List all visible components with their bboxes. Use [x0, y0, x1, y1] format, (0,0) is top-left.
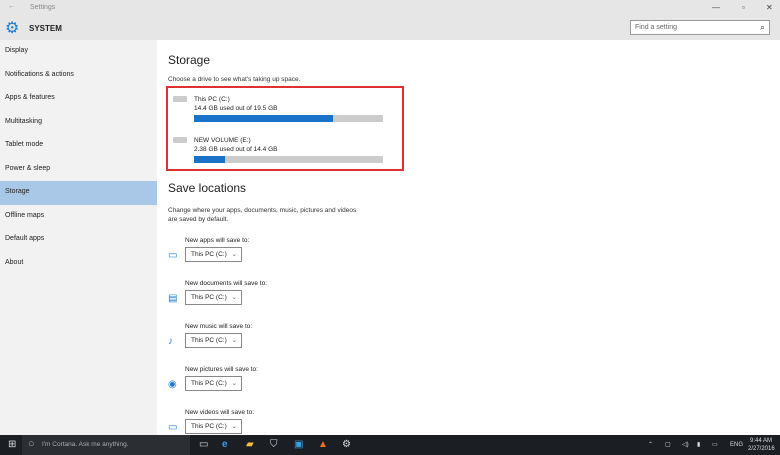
- cortana-placeholder: I'm Cortana. Ask me anything.: [42, 441, 129, 448]
- maximize-button[interactable]: ▫: [742, 3, 745, 12]
- save-location-item: New pictures will save to: ◉ This PC (C:…: [168, 366, 468, 406]
- window-title: Settings: [30, 4, 56, 11]
- save-locations-description: Change where your apps, documents, music…: [168, 206, 356, 224]
- description-line: Change where your apps, documents, music…: [168, 207, 357, 214]
- usage-bar-fill: [194, 156, 226, 163]
- chevron-down-icon: ⌄: [231, 294, 237, 301]
- dropdown-value: This PC (C:): [191, 380, 227, 387]
- drive-usage: 2.38 GB used out of 14.4 GB: [194, 146, 278, 153]
- save-location-label: New music will save to:: [185, 323, 253, 330]
- sidebar-item-default-apps[interactable]: Default apps: [0, 228, 157, 252]
- close-button[interactable]: ✕: [766, 3, 773, 12]
- app-icon[interactable]: ▣: [294, 439, 303, 450]
- drive-item[interactable]: NEW VOLUME (E:) 2.38 GB used out of 14.4…: [168, 129, 402, 167]
- header: ⚙ SYSTEM Find a setting ⌕: [0, 16, 780, 40]
- save-location-label: New videos will save to:: [185, 409, 254, 416]
- description-line: are saved by default.: [168, 216, 229, 223]
- music-note-icon: ♪: [168, 336, 173, 347]
- language-indicator[interactable]: ENG: [730, 442, 743, 448]
- file-explorer-icon[interactable]: ▰: [246, 439, 254, 450]
- sidebar-item-multitasking[interactable]: Multitasking: [0, 111, 157, 135]
- save-location-dropdown[interactable]: This PC (C:) ⌄: [185, 376, 242, 391]
- gear-icon: ⚙: [5, 20, 20, 37]
- sidebar: Display Notifications & actions Apps & fea…: [0, 40, 157, 435]
- search-placeholder: Find a setting: [635, 24, 678, 31]
- video-icon: ▭: [168, 422, 178, 433]
- drive-usage: 14.4 GB used out of 19.5 GB: [194, 105, 278, 112]
- save-location-label: New pictures will save to:: [185, 366, 258, 373]
- save-location-item: New music will save to: ♪ This PC (C:) ⌄: [168, 323, 468, 363]
- task-view-icon[interactable]: ▭: [199, 439, 208, 450]
- sidebar-item-apps-features[interactable]: Apps & features: [0, 87, 157, 111]
- notification-icon[interactable]: ▮: [697, 441, 700, 448]
- minimize-button[interactable]: —: [712, 3, 720, 12]
- chevron-down-icon: ⌄: [231, 251, 237, 258]
- chevron-up-icon[interactable]: ⌃: [648, 441, 653, 448]
- main-content: Storage Choose a drive to see what's tak…: [157, 40, 780, 435]
- usage-bar: [194, 156, 383, 163]
- clock-time[interactable]: 9:44 AM: [750, 438, 772, 444]
- dropdown-value: This PC (C:): [191, 423, 227, 430]
- save-location-item: New documents will save to: ▤ This PC (C…: [168, 280, 468, 320]
- section-title: SYSTEM: [29, 24, 62, 33]
- drive-icon: [173, 96, 187, 102]
- sidebar-item-power-sleep[interactable]: Power & sleep: [0, 158, 157, 182]
- save-location-dropdown[interactable]: This PC (C:) ⌄: [185, 247, 242, 262]
- drive-name: This PC (C:): [194, 96, 230, 103]
- save-location-label: New apps will save to:: [185, 237, 250, 244]
- save-location-item: New apps will save to: ▭ This PC (C:) ⌄: [168, 237, 468, 277]
- search-icon[interactable]: ⌕: [760, 22, 765, 33]
- sidebar-item-tablet-mode[interactable]: Tablet mode: [0, 134, 157, 158]
- sidebar-item-offline-maps[interactable]: Offline maps: [0, 205, 157, 229]
- drive-icon: [173, 137, 187, 143]
- app-icon[interactable]: ▲: [318, 439, 328, 450]
- chevron-down-icon: ⌄: [231, 337, 237, 344]
- camera-icon: ◉: [168, 379, 177, 390]
- dropdown-value: This PC (C:): [191, 294, 227, 301]
- chevron-down-icon: ⌄: [231, 380, 237, 387]
- dropdown-value: This PC (C:): [191, 251, 227, 258]
- save-location-dropdown[interactable]: This PC (C:) ⌄: [185, 333, 242, 348]
- sidebar-item-about[interactable]: About: [0, 252, 157, 276]
- taskbar: ⊞ ○ I'm Cortana. Ask me anything. ▭ e ▰ …: [0, 435, 780, 455]
- settings-icon[interactable]: ⚙: [342, 439, 351, 450]
- sidebar-item-display[interactable]: Display: [0, 40, 157, 64]
- clock-date[interactable]: 2/27/2016: [748, 446, 775, 452]
- monitor-icon: ▭: [168, 250, 178, 261]
- documents-icon: ▤: [168, 293, 178, 304]
- sidebar-item-notifications-actions[interactable]: Notifications & actions: [0, 64, 157, 88]
- search-input[interactable]: Find a setting ⌕: [630, 20, 770, 35]
- edge-icon[interactable]: e: [222, 439, 228, 450]
- save-location-dropdown[interactable]: This PC (C:) ⌄: [185, 290, 242, 305]
- save-locations-title: Save locations: [168, 181, 247, 195]
- start-button[interactable]: ⊞: [8, 439, 16, 450]
- drive-name: NEW VOLUME (E:): [194, 137, 251, 144]
- dropdown-value: This PC (C:): [191, 337, 227, 344]
- title-bar: ← Settings — ▫ ✕: [0, 0, 780, 16]
- chevron-down-icon: ⌄: [231, 423, 237, 430]
- cortana-search[interactable]: ○ I'm Cortana. Ask me anything.: [22, 435, 190, 455]
- keyboard-icon[interactable]: ▭: [712, 441, 718, 448]
- storage-subtitle: Choose a drive to see what's taking up s…: [168, 76, 301, 83]
- store-icon[interactable]: ⛉: [270, 439, 278, 450]
- sidebar-item-storage[interactable]: Storage: [0, 181, 157, 205]
- network-icon[interactable]: ▢: [665, 441, 671, 448]
- cortana-icon: ○: [28, 438, 35, 450]
- page-title: Storage: [168, 53, 211, 67]
- back-button[interactable]: ←: [8, 3, 15, 10]
- volume-icon[interactable]: ◁): [682, 441, 689, 448]
- drive-list: This PC (C:) 14.4 GB used out of 19.5 GB…: [166, 86, 404, 171]
- save-location-dropdown[interactable]: This PC (C:) ⌄: [185, 419, 242, 434]
- usage-bar-fill: [194, 115, 334, 122]
- usage-bar: [194, 115, 383, 122]
- drive-item[interactable]: This PC (C:) 14.4 GB used out of 19.5 GB: [168, 88, 402, 126]
- save-location-label: New documents will save to:: [185, 280, 268, 287]
